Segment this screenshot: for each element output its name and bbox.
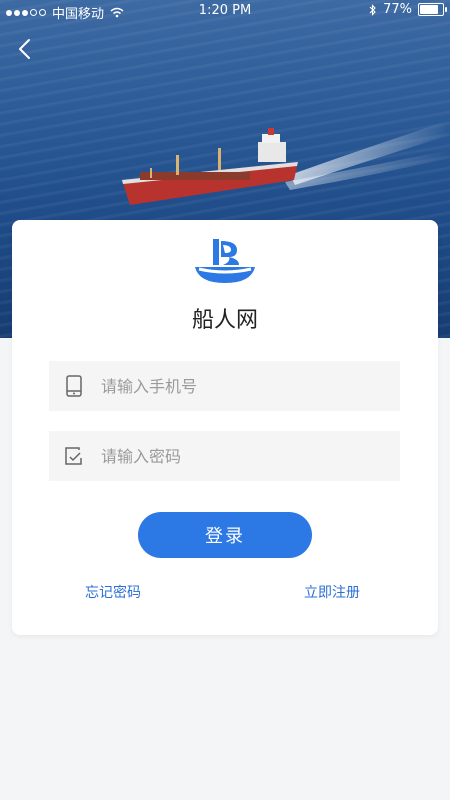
chevron-left-icon — [19, 39, 30, 59]
status-bar: 中国移动 1:20 PM 77% — [0, 0, 450, 22]
bluetooth-icon — [369, 3, 376, 16]
back-button[interactable] — [14, 34, 38, 64]
phone-field — [49, 360, 400, 412]
app-name: 船人网 — [191, 308, 258, 333]
battery-icon — [418, 3, 447, 16]
login-button[interactable]: 登录 — [138, 512, 312, 558]
forgot-password-link[interactable]: 忘记密码 — [85, 582, 141, 602]
password-field — [49, 430, 400, 482]
login-card: 船人网 登录 忘记密码 立即注册 — [12, 220, 438, 635]
battery-percentage: 77% — [383, 2, 412, 17]
phone-input[interactable] — [99, 360, 400, 412]
password-input[interactable] — [99, 430, 400, 482]
phone-icon — [63, 375, 85, 397]
password-icon — [63, 445, 85, 467]
register-link[interactable]: 立即注册 — [304, 582, 360, 602]
app-logo — [195, 239, 255, 283]
